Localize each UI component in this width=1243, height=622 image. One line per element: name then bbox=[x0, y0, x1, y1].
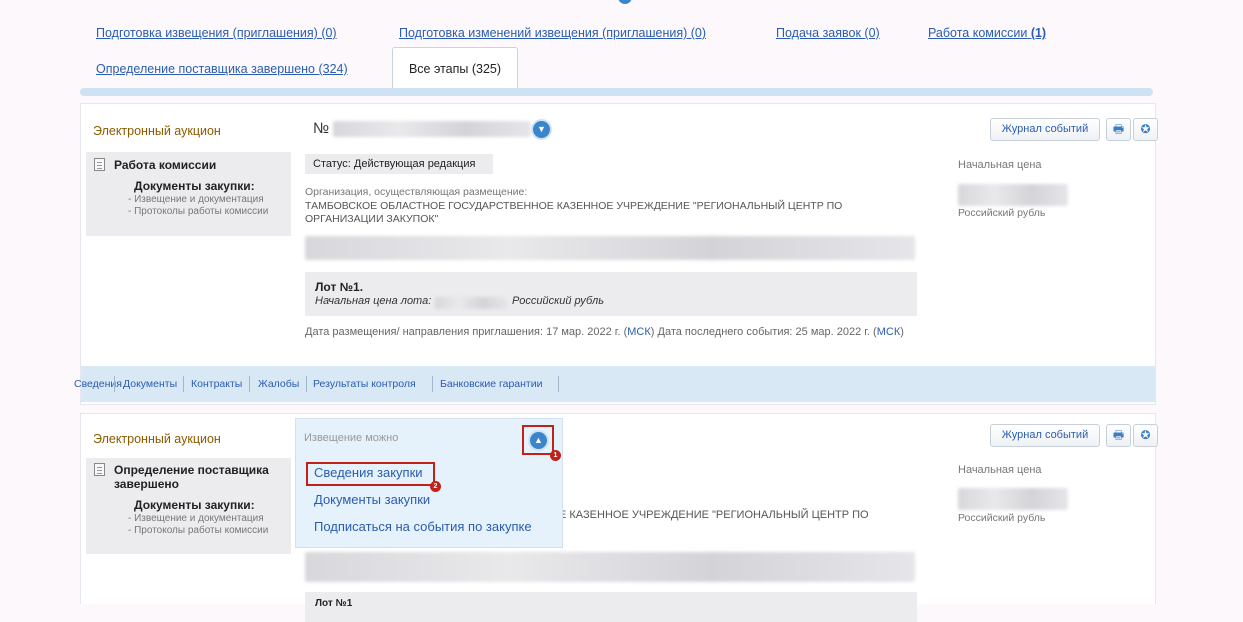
status-label: Статус: bbox=[313, 158, 351, 170]
lot-box: Лот №1. Начальная цена лота: Российский … bbox=[305, 272, 917, 316]
certificate-button[interactable]: ✪ bbox=[1133, 424, 1158, 447]
annotation-badge-1: 1 bbox=[550, 450, 561, 461]
dropdown-header: Извещение можно bbox=[304, 432, 399, 444]
nav-separator bbox=[114, 376, 115, 392]
dates-text-1: Дата размещения/ направления приглашения… bbox=[305, 326, 628, 338]
initial-price-redacted bbox=[958, 184, 1068, 206]
docs-item-protocols[interactable]: - Протоколы работы комиссии bbox=[128, 525, 268, 536]
card-nav: Сведения Документы Контракты Жалобы Резу… bbox=[74, 366, 1155, 402]
printer-icon: 🖶 bbox=[1112, 428, 1125, 442]
stage-title-line2: завершено bbox=[114, 477, 179, 491]
purchase-number-redacted bbox=[333, 121, 531, 137]
dates-text-3: ) bbox=[900, 326, 904, 338]
dates-line: Дата размещения/ направления приглашения… bbox=[305, 325, 935, 340]
docs-item-notice[interactable]: - Извещение и документация bbox=[128, 513, 264, 524]
certificate-button[interactable]: ✪ bbox=[1133, 118, 1158, 141]
annotation-frame-2 bbox=[306, 462, 435, 486]
stage-title: Определение поставщика завершено bbox=[114, 463, 269, 491]
lot-title: Лот №1. bbox=[315, 280, 364, 294]
actions-dropdown: Извещение можно ▲ Сведения закупки Докум… bbox=[295, 418, 563, 548]
tab-commission-count: (1) bbox=[1030, 26, 1047, 40]
nav-control-results[interactable]: Результаты контроля bbox=[313, 366, 416, 402]
nav-separator bbox=[249, 376, 250, 392]
annotation-badge-2: 2 bbox=[430, 481, 441, 492]
document-icon bbox=[94, 158, 105, 171]
tab-commission-label: Работа комиссии bbox=[928, 26, 1028, 40]
stage-title-line1: Определение поставщика bbox=[114, 463, 269, 477]
docs-item-notice[interactable]: - Извещение и документация bbox=[128, 194, 264, 205]
medal-icon: ✪ bbox=[1140, 428, 1151, 442]
nav-separator bbox=[558, 376, 559, 392]
purchase-object-redacted bbox=[305, 236, 915, 260]
status-box: Статус: Действующая редакция bbox=[305, 154, 493, 174]
msk-link-2[interactable]: МСК bbox=[877, 326, 901, 338]
event-journal-button[interactable]: Журнал событий bbox=[990, 118, 1100, 141]
nav-bank-guarantees[interactable]: Банковские гарантии bbox=[440, 366, 542, 402]
menu-item-subscribe-events[interactable]: Подписаться на события по закупке bbox=[314, 519, 532, 534]
tab-notice-changes[interactable]: Подготовка изменений извещения (приглаше… bbox=[399, 26, 706, 40]
tab-supplier-determined[interactable]: Определение поставщика завершено (324) bbox=[96, 62, 348, 76]
stage-panel: Определение поставщика завершено Документ… bbox=[86, 458, 291, 554]
menu-item-purchase-documents[interactable]: Документы закупки bbox=[314, 492, 430, 507]
print-button[interactable]: 🖶 bbox=[1106, 118, 1131, 141]
tab-applications[interactable]: Подача заявок (0) bbox=[776, 26, 880, 40]
lot-box: Лот №1 bbox=[305, 592, 917, 622]
stage-title: Работа комиссии bbox=[114, 158, 217, 172]
lot-title-partial: Лот №1 bbox=[315, 598, 353, 609]
expand-actions-button[interactable]: ▼ bbox=[533, 121, 550, 138]
procedure-type: Электронный аукцион bbox=[93, 124, 221, 138]
document-icon bbox=[94, 463, 105, 476]
purchase-number-label: № bbox=[313, 120, 330, 137]
tab-commission-work[interactable]: Работа комиссии (1) bbox=[928, 26, 1046, 40]
nav-separator bbox=[306, 376, 307, 392]
initial-price-currency: Российский рубль bbox=[958, 512, 1046, 524]
stage-panel: Работа комиссии Документы закупки: - Изв… bbox=[86, 152, 291, 236]
chevron-down-icon: ▼ bbox=[537, 124, 546, 134]
msk-link-1[interactable]: МСК bbox=[627, 326, 651, 338]
purchase-object-redacted bbox=[305, 552, 915, 582]
docs-item-protocols[interactable]: - Протоколы работы комиссии bbox=[128, 206, 268, 217]
nav-separator bbox=[183, 376, 184, 392]
lot-currency: Российский рубль bbox=[512, 295, 604, 307]
tab-all-stages[interactable]: Все этапы (325) bbox=[392, 47, 518, 89]
procedure-type: Электронный аукцион bbox=[93, 432, 221, 446]
initial-price-label: Начальная цена bbox=[958, 159, 1042, 171]
tabs-underbar bbox=[80, 88, 1153, 96]
nav-contracts[interactable]: Контракты bbox=[191, 366, 242, 402]
lot-price-label: Начальная цена лота: bbox=[315, 295, 432, 307]
event-journal-button[interactable]: Журнал событий bbox=[990, 424, 1100, 447]
medal-icon: ✪ bbox=[1140, 122, 1151, 136]
purchase-card-2: Электронный аукцион Журнал событий 🖶 ✪ О… bbox=[80, 413, 1158, 622]
annotation-frame-1 bbox=[522, 425, 554, 455]
org-name-partial: Е КАЗЕННОЕ УЧРЕЖДЕНИЕ "РЕГИОНАЛЬНЫЙ ЦЕНТ… bbox=[559, 509, 869, 521]
nav-separator bbox=[432, 376, 433, 392]
nav-documents[interactable]: Документы bbox=[123, 366, 177, 402]
initial-price-currency: Российский рубль bbox=[958, 207, 1046, 219]
initial-price-label: Начальная цена bbox=[958, 464, 1042, 476]
org-label: Организация, осуществляющая размещение: bbox=[305, 186, 528, 198]
org-name: ТАМБОВСКОЕ ОБЛАСТНОЕ ГОСУДАРСТВЕННОЕ КАЗ… bbox=[305, 200, 843, 225]
tab-notice-prep[interactable]: Подготовка извещения (приглашения) (0) bbox=[96, 26, 337, 40]
dates-text-2: ) Дата последнего события: 25 мар. 2022 … bbox=[650, 326, 877, 338]
header-accent bbox=[618, 0, 632, 4]
purchase-card-1: Электронный аукцион № ▼ Журнал событий 🖶… bbox=[74, 103, 1158, 405]
status-value: Действующая редакция bbox=[353, 158, 476, 170]
docs-title: Документы закупки: bbox=[134, 179, 255, 193]
printer-icon: 🖶 bbox=[1112, 122, 1125, 136]
initial-price-redacted bbox=[958, 488, 1068, 510]
nav-complaints[interactable]: Жалобы bbox=[258, 366, 299, 402]
lot-price-redacted bbox=[435, 297, 507, 309]
docs-title: Документы закупки: bbox=[134, 498, 255, 512]
print-button[interactable]: 🖶 bbox=[1106, 424, 1131, 447]
